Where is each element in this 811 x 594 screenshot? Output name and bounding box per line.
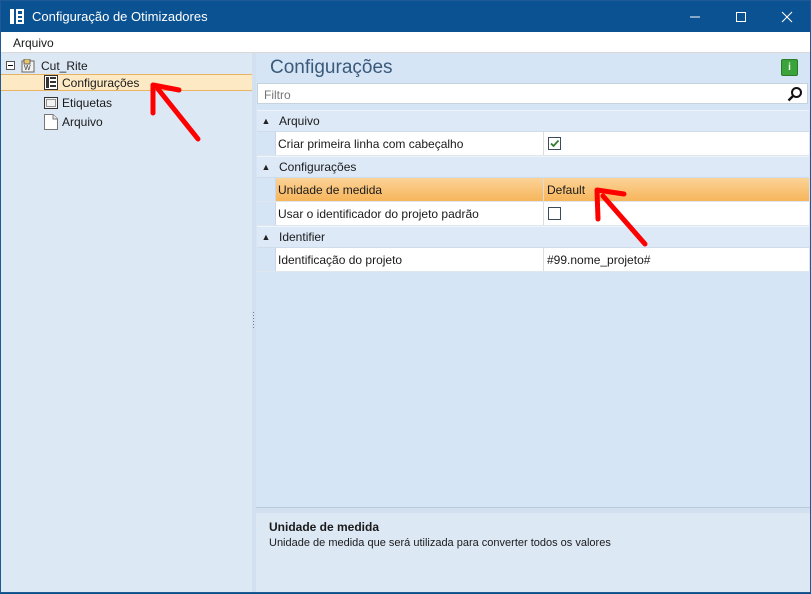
window-title: Configuração de Otimizadores [32,9,208,24]
menu-bar: Arquivo [1,32,810,53]
property-name: Usar o identificador do projeto padrão [275,202,543,225]
property-row-usar-identificador[interactable]: Usar o identificador do projeto padrão [257,202,809,226]
title-bar[interactable]: Configuração de Otimizadores [1,1,810,32]
description-text: Unidade de medida que será utilizada par… [269,537,611,549]
checkbox-checked[interactable] [548,137,561,150]
tree-item-configuracoes[interactable]: Configurações [1,74,252,91]
category-arquivo[interactable]: ▲ Arquivo [257,110,809,132]
property-value [543,202,809,225]
maximize-icon [736,11,746,22]
app-icon [10,9,24,24]
file-icon [44,113,58,130]
tree-label-etiquetas: Etiquetas [62,95,113,110]
property-value[interactable]: #99.nome_projeto# [543,248,809,271]
close-button[interactable] [764,1,810,32]
property-value[interactable]: Default [543,178,809,201]
property-row-identificacao-projeto[interactable]: Identificação do projeto #99.nome_projet… [257,248,809,272]
app-window: Configuração de Otimizadores Arquivo W C… [0,0,811,593]
property-name: Unidade de medida [275,178,543,201]
category-label: Identifier [279,230,326,244]
info-icon: i [788,62,791,73]
property-name: Criar primeira linha com cabeçalho [275,132,543,155]
tree-label-arquivo: Arquivo [62,114,103,129]
labels-icon [44,96,58,109]
svg-text:W: W [24,65,31,72]
collapse-chevron-icon[interactable]: ▲ [257,162,275,172]
tree-item-arquivo[interactable]: Arquivo [44,113,103,130]
description-panel: Unidade de medida Unidade de medida que … [256,513,810,592]
tree-node-cut-rite[interactable]: W Cut_Rite [6,57,88,74]
category-label: Configurações [279,160,357,174]
category-configuracoes[interactable]: ▲ Configurações [257,156,809,178]
category-label: Arquivo [279,114,320,128]
search-icon[interactable] [787,86,803,102]
minimize-button[interactable] [672,1,718,32]
filter-input[interactable] [262,86,786,103]
settings-panel: Configurações i ▲ Arquivo Criar primeira… [256,53,810,507]
settings-page-icon [44,75,58,90]
minimize-icon [690,16,700,17]
property-grid: ▲ Arquivo Criar primeira linha com cabeç… [257,110,809,272]
collapse-chevron-icon[interactable]: ▲ [257,232,275,242]
tree-label-cut-rite: Cut_Rite [41,58,88,73]
property-row-criar-cabecalho[interactable]: Criar primeira linha com cabeçalho [257,132,809,156]
description-title: Unidade de medida [269,520,380,534]
menu-arquivo[interactable]: Arquivo [13,36,54,50]
maximize-button[interactable] [718,1,764,32]
property-value [543,132,809,155]
collapse-chevron-icon[interactable]: ▲ [257,116,275,126]
tree-item-etiquetas[interactable]: Etiquetas [44,94,112,111]
close-icon [781,11,793,22]
category-identifier[interactable]: ▲ Identifier [257,226,809,248]
property-row-unidade-medida[interactable]: Unidade de medida Default [257,178,809,202]
navigation-tree: W Cut_Rite Configurações Etiquetas Arqui… [1,53,253,592]
panel-title: Configurações [270,57,393,78]
project-icon: W [21,58,35,72]
tree-label-configuracoes: Configurações [62,75,140,90]
checkmark-icon [550,139,560,148]
checkbox-unchecked[interactable] [548,207,561,220]
filter-box[interactable] [257,83,808,104]
collapse-icon[interactable] [6,61,15,70]
property-name: Identificação do projeto [275,248,543,271]
info-button[interactable]: i [781,59,798,76]
